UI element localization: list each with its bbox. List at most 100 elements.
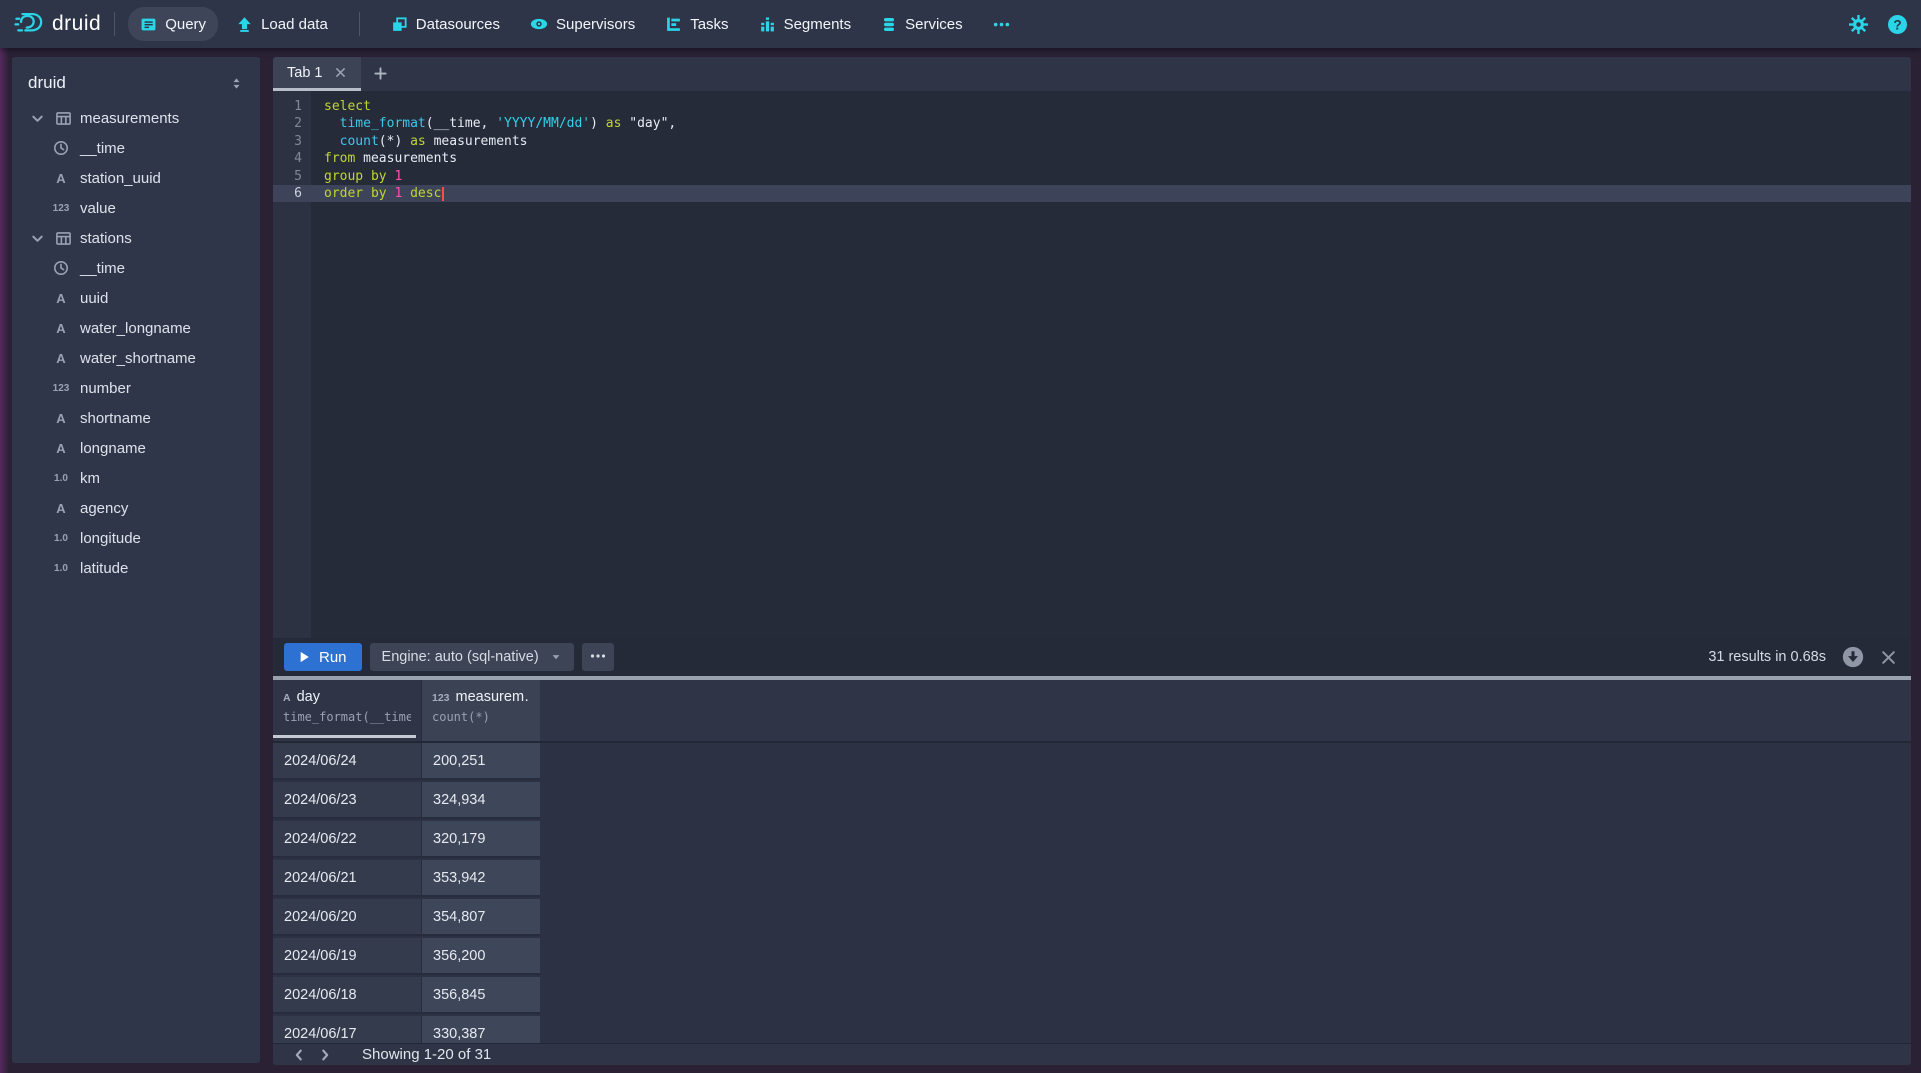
results-summary: 31 results in 0.68s [1708,649,1826,665]
result-row: 2024/06/21353,942 [273,860,1911,899]
result-row: 2024/06/18356,845 [273,977,1911,1016]
float-type-icon: 1.0 [52,533,70,544]
upload-icon [236,16,253,33]
editor-line-6[interactable]: 6order by 1 desc [273,185,1911,202]
close-results-button[interactable] [1880,649,1897,666]
schema-table-stations[interactable]: stations [12,223,260,253]
nav-item-supervisors[interactable]: Supervisors [518,7,647,41]
line-number: 6 [273,185,311,202]
editor-line-4[interactable]: 4from measurements [273,150,1911,167]
page-left-glow [0,0,9,1073]
nav-item-tasks[interactable]: Tasks [653,7,740,41]
result-cell-day[interactable]: 2024/06/21 [273,860,421,897]
code-text: group by 1 [311,168,402,185]
result-cell-day[interactable]: 2024/06/18 [273,977,421,1014]
nav-item-query[interactable]: Query [128,7,218,41]
schema-column-water_longname[interactable]: Awater_longname [12,313,260,343]
result-cell-day[interactable]: 2024/06/22 [273,821,421,858]
tab-label: Tab 1 [287,65,322,81]
result-cell-day[interactable]: 2024/06/17 [273,1016,421,1043]
engine-select-button[interactable]: Engine: auto (sql-native) [370,643,574,671]
more-icon [993,16,1010,33]
result-cell-measurements[interactable]: 320,179 [421,821,540,858]
sql-editor[interactable]: 1select2 time_format(__time, 'YYYY/MM/dd… [273,91,1911,638]
editor-line-5[interactable]: 5group by 1 [273,168,1911,185]
results-pagination: Showing 1-20 of 31 [273,1043,1911,1065]
float-type-icon: 1.0 [52,473,70,484]
logo-text: druid [52,12,101,36]
result-cell-measurements[interactable]: 354,807 [421,899,540,936]
result-cell-measurements[interactable]: 324,934 [421,782,540,819]
plus-icon [373,66,388,86]
number-type-icon: 123 [432,692,450,704]
nav-item-load-data[interactable]: Load data [224,7,340,41]
result-cell-measurements[interactable]: 200,251 [421,743,540,780]
string-type-icon: A [52,291,70,306]
navbar-right: ? [1849,15,1907,34]
result-row: 2024/06/17330,387 [273,1016,1911,1043]
schema-column-__time[interactable]: __time [12,133,260,163]
table-name: stations [80,230,132,247]
result-cell-measurements[interactable]: 356,200 [421,938,540,975]
schema-table-measurements[interactable]: measurements [12,103,260,133]
navbar-divider [114,12,115,36]
double-caret-vertical-icon[interactable] [229,76,244,91]
nav-item-more[interactable] [981,7,1022,41]
help-icon[interactable]: ? [1888,15,1907,34]
schema-column-uuid[interactable]: Auuid [12,283,260,313]
schema-column-km[interactable]: 1.0km [12,463,260,493]
column-name: day [297,689,320,705]
nav-item-segments[interactable]: Segments [747,7,864,41]
query-icon [140,16,157,33]
column-expression: count(*) [432,710,530,724]
schema-header: druid [12,67,260,103]
result-row: 2024/06/23324,934 [273,782,1911,821]
schema-column-__time[interactable]: __time [12,253,260,283]
schema-column-station_uuid[interactable]: Astation_uuid [12,163,260,193]
line-number: 2 [273,115,311,132]
nav-item-services[interactable]: Services [869,7,975,41]
schema-column-number[interactable]: 123number [12,373,260,403]
editor-line-1[interactable]: 1select [273,98,1911,115]
schema-column-shortname[interactable]: Ashortname [12,403,260,433]
next-page-button[interactable] [312,1044,338,1066]
column-header-day[interactable]: Aday time_format(__time, … [273,680,421,741]
code-text: count(*) as measurements [311,133,528,150]
editor-line-3[interactable]: 3 count(*) as measurements [273,133,1911,150]
tab-query-1[interactable]: Tab 1 [273,57,361,91]
download-results-button[interactable] [1842,646,1864,668]
result-cell-measurements[interactable]: 353,942 [421,860,540,897]
schema-column-water_shortname[interactable]: Awater_shortname [12,343,260,373]
query-workbench: Tab 1 1select2 time_format(__time, 'YYYY… [273,57,1911,1065]
tab-close-icon[interactable] [334,66,347,79]
column-name: longitude [80,530,141,547]
results-header: Aday time_format(__time, … 123measurem… … [273,680,1911,743]
schema-column-agency[interactable]: Aagency [12,493,260,523]
result-cell-day[interactable]: 2024/06/24 [273,743,421,780]
result-cell-measurements[interactable]: 330,387 [421,1016,540,1043]
text-cursor [442,187,444,201]
clock-icon [52,140,70,156]
query-more-button[interactable] [582,643,614,671]
column-header-measurements[interactable]: 123measurem… count(*) [421,680,540,741]
schema-column-latitude[interactable]: 1.0latitude [12,553,260,583]
run-button[interactable]: Run [284,643,362,671]
chevron-down-icon[interactable] [28,111,46,126]
result-cell-measurements[interactable]: 356,845 [421,977,540,1014]
result-cell-day[interactable]: 2024/06/19 [273,938,421,975]
schema-column-value[interactable]: 123value [12,193,260,223]
nav-item-datasources[interactable]: Datasources [379,7,512,41]
editor-line-2[interactable]: 2 time_format(__time, 'YYYY/MM/dd') as "… [273,115,1911,132]
schema-column-longitude[interactable]: 1.0 longitude [12,523,260,553]
chevron-down-icon[interactable] [28,231,46,246]
code-text: order by 1 desc [311,185,444,202]
result-cell-day[interactable]: 2024/06/23 [273,782,421,819]
number-type-icon: 123 [52,203,70,214]
previous-page-button[interactable] [286,1044,312,1066]
schema-column-longname[interactable]: Alongname [12,433,260,463]
druid-logo[interactable]: druid [14,8,101,41]
result-cell-day[interactable]: 2024/06/20 [273,899,421,936]
add-tab-button[interactable] [361,60,399,91]
database-icon [881,16,897,33]
settings-gear-icon[interactable] [1849,15,1868,34]
